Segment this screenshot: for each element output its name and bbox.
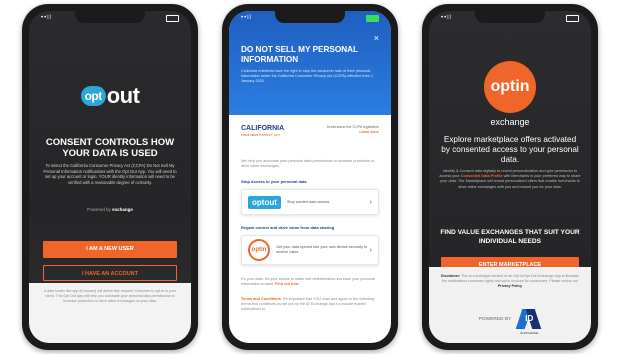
section-heading: FIND VALUE EXCHANGES THAT SUIT YOUR INDI… [440, 229, 580, 245]
optin-card[interactable]: optin Get your data synced into your own… [241, 235, 379, 265]
powered-by-label: POWERED BY [478, 316, 512, 322]
california-logo: CALIFORNIA CONSUMER PRIVACY ACT [241, 125, 284, 139]
logo-subtext: ID EXCHANGE [520, 332, 539, 335]
logo-letters: ID [525, 314, 534, 323]
ccpa-info-text: Understand the CCPA legislation [326, 125, 379, 129]
optout-screen: ••ll opt out CONSENT CONTROLS HOW YOUR DA… [29, 11, 191, 343]
header-subtitle: California residents have the right to s… [241, 69, 374, 83]
disclaimer: Disclaimer: This is a prototype version … [429, 267, 591, 289]
disclaimer-label: Disclaimer: [440, 274, 461, 278]
chevron-right-icon: › [369, 246, 372, 254]
california-logo-subtext: CONSUMER PRIVACY ACT [241, 134, 281, 137]
powered-by: POWERED BY ID ID EXCHANGE [429, 307, 591, 335]
page-title: Explore marketplace offers activated by … [441, 135, 579, 164]
intro-text: We help you automate your personal data … [241, 159, 375, 169]
choice-text-body: It's your data, it's your choice to make… [241, 277, 375, 287]
consented-profile-link[interactable]: Consented Data Profile [461, 174, 503, 178]
phone-mockup-ccpa: ••ll × DO NOT SELL MY PERSONAL INFORMATI… [222, 4, 398, 350]
signal-icon: ••ll [441, 15, 452, 21]
optin-card-text: Get your data synced into your own devic… [276, 245, 368, 254]
id-exchange-logo: ID ID EXCHANGE [516, 307, 542, 335]
optout-logo-text: out [106, 83, 140, 108]
phone-notch [275, 11, 345, 23]
intro-text: Identity & Consent data digitally to rev… [439, 169, 581, 190]
phone-mockup-optin: ••ll optin exchange Explore marketplace … [422, 4, 598, 350]
header-banner: ••ll × DO NOT SELL MY PERSONAL INFORMATI… [229, 11, 391, 115]
page-title: DO NOT SELL MY PERSONAL INFORMATION [241, 45, 358, 64]
ccpa-screen: ••ll × DO NOT SELL MY PERSONAL INFORMATI… [229, 11, 391, 343]
have-account-button[interactable]: I HAVE AN ACCOUNT [43, 265, 177, 281]
optin-screen: ••ll optin exchange Explore marketplace … [429, 11, 591, 343]
optout-logo-mark: opt [80, 86, 106, 106]
footer: Disclaimer: This is a prototype version … [429, 267, 591, 343]
battery-icon [166, 14, 179, 22]
ccpa-info: Understand the CCPA legislation Learn mo… [327, 125, 379, 135]
optin-logo: optin [484, 61, 536, 113]
regain-control-label: Regain control and drive value from data… [241, 225, 335, 230]
battery-icon [566, 14, 579, 22]
phone-notch [475, 11, 545, 23]
page-title: CONSENT CONTROLS HOW YOUR DATA IS USED [45, 137, 175, 159]
signal-icon: ••ll [241, 15, 252, 21]
terms-text: Terms and Conditions. It's important tha… [241, 297, 379, 313]
optout-logo: optout [248, 195, 281, 209]
choice-text: It's your data, it's your choice to make… [241, 277, 379, 287]
exchange-label: exchange [490, 117, 530, 127]
terms-link[interactable]: Terms and Conditions. [241, 297, 282, 301]
california-logo-text: CALIFORNIA [241, 125, 285, 132]
close-icon[interactable]: × [374, 33, 379, 43]
find-out-how-link[interactable]: Find out how [275, 282, 299, 286]
footer: A data holder like app (if chosen) will … [29, 283, 191, 343]
stop-access-label: Stop Access to your personal data [241, 179, 307, 184]
battery-icon [366, 14, 379, 22]
learn-more-link[interactable]: Learn more [359, 130, 379, 134]
optin-logo: optin [248, 239, 270, 261]
intro-text: To select the California Consumer Privac… [43, 163, 177, 185]
powered-by: Powered by exchange [29, 207, 191, 212]
optout-card-text: Stop wanted data access [286, 199, 330, 204]
privacy-policy-link[interactable]: Privacy Policy [498, 284, 522, 288]
optout-logo: optout [29, 83, 191, 109]
chevron-right-icon: › [369, 198, 372, 206]
powered-by-label: Powered by [87, 207, 111, 212]
ccpa-section: CALIFORNIA CONSUMER PRIVACY ACT Understa… [241, 125, 379, 139]
new-user-button[interactable]: I AM A NEW USER [43, 241, 177, 258]
disclaimer-text: This is a prototype version of an Opt In… [442, 274, 580, 283]
footer-text: A data holder like app (if chosen) will … [43, 289, 177, 303]
optout-card[interactable]: optout Stop wanted data access › [241, 189, 379, 215]
phone-mockup-optout: ••ll opt out CONSENT CONTROLS HOW YOUR DA… [22, 4, 198, 350]
phone-notch [75, 11, 145, 23]
powered-by-brand: exchange [112, 207, 133, 212]
signal-icon: ••ll [41, 15, 52, 21]
